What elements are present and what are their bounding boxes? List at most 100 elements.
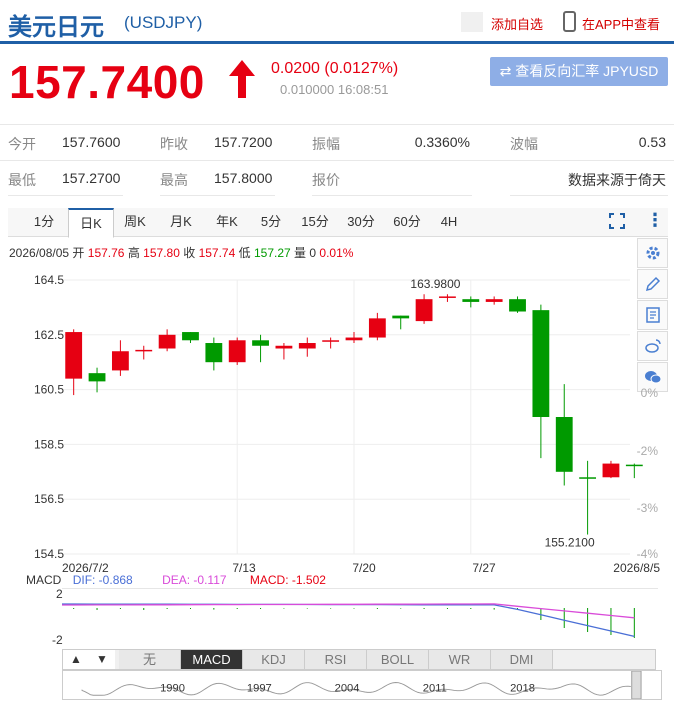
pct-tick-label: -4% — [637, 547, 659, 561]
candle-body — [322, 340, 340, 342]
prev-close-value: 157.7200 — [214, 134, 273, 150]
low-label: 最低 — [8, 172, 36, 188]
open-label: 今开 — [8, 136, 36, 152]
candle-body — [158, 334, 176, 349]
ohlc-pct: 0.01% — [319, 246, 354, 260]
pct-tick-label: 0% — [641, 386, 659, 400]
ohlc-low-label: 低 — [238, 246, 251, 260]
tab-daily[interactable]: 日K — [68, 208, 114, 238]
tab-monthly[interactable]: 月K — [162, 208, 200, 236]
candle-body — [415, 299, 433, 322]
candle-body — [602, 463, 620, 478]
y-tick-label: 156.5 — [34, 492, 64, 506]
indicator-kdj[interactable]: KDJ — [243, 650, 305, 669]
high-value: 157.8000 — [214, 170, 273, 186]
indicator-macd[interactable]: MACD — [181, 650, 243, 669]
candle-body — [485, 299, 503, 302]
candle-body — [252, 340, 269, 346]
tab-yearly[interactable]: 年K — [208, 208, 246, 236]
more-options-icon[interactable]: ⋮ — [646, 210, 664, 231]
high-label: 最高 — [160, 172, 188, 188]
indicator-tabs: ▲ ▼ 无 MACD KDJ RSI BOLL WR DMI — [62, 649, 656, 670]
wave-label: 波幅 — [510, 136, 538, 152]
tab-1min[interactable]: 1分 — [24, 208, 64, 236]
x-tick-label: 7/20 — [352, 561, 376, 575]
fullscreen-icon[interactable] — [609, 213, 625, 229]
macd-axis-bottom: -2 — [52, 633, 63, 647]
ohlc-date: 2026/08/05 — [9, 246, 70, 260]
y-tick-label: 154.5 — [34, 547, 64, 561]
tab-5min[interactable]: 5分 — [254, 208, 288, 236]
wave-value: 0.53 — [638, 134, 666, 150]
y-tick-label: 162.5 — [34, 328, 64, 342]
tab-30min[interactable]: 30分 — [342, 208, 380, 236]
current-price: 157.7400 — [9, 56, 205, 108]
candle-body — [275, 345, 293, 349]
candle-body — [182, 332, 199, 341]
candle-body — [345, 337, 363, 341]
candle-body — [111, 351, 129, 371]
instrument-name: 美元日元 — [8, 14, 104, 41]
candle-body — [298, 343, 316, 349]
gear-icon — [646, 246, 659, 260]
tab-15min[interactable]: 15分 — [296, 208, 334, 236]
settings-button[interactable] — [637, 238, 668, 268]
open-in-app-link[interactable]: 在APP中查看 — [582, 14, 660, 33]
candle-body — [625, 464, 643, 467]
macd-legend: MACD DIF: -0.868 DEA: -0.117 MACD: -1.50… — [26, 573, 334, 587]
open-value: 157.7600 — [62, 134, 121, 150]
min-price-label: 155.2100 — [545, 536, 595, 550]
overview-handle — [631, 671, 642, 699]
prev-close-label: 昨收 — [160, 136, 188, 152]
macd-dif: DIF: -0.868 — [72, 573, 133, 587]
overview-year-label: 2018 — [510, 683, 535, 695]
candle-body — [439, 296, 456, 298]
add-favorite-icon[interactable] — [461, 12, 483, 32]
candle-body — [532, 310, 550, 417]
ohlc-open: 157.76 — [87, 246, 125, 260]
indicator-boll[interactable]: BOLL — [367, 650, 429, 669]
tab-weekly[interactable]: 周K — [116, 208, 154, 236]
y-tick-label: 164.5 — [34, 273, 64, 287]
phone-icon[interactable] — [563, 11, 576, 32]
candlestick-chart[interactable]: 164.5 162.5 160.5 158.5 156.5 154.5 0% -2% -3% -4… — [0, 268, 674, 578]
period-tabs: 1分 日K 周K 月K 年K 5分 15分 30分 60分 4H — [8, 208, 668, 238]
low-value: 157.2700 — [62, 170, 121, 186]
y-tick-label: 158.5 — [34, 437, 64, 451]
amplitude-value: 0.3360% — [414, 134, 470, 150]
info-row: 今开 157.7600 昨收 157.7200 振幅 0.3360% 波幅 0.… — [0, 124, 674, 160]
x-tick-label: 7/27 — [472, 561, 496, 575]
macd-value: MACD: -1.502 — [249, 573, 326, 587]
tab-4h[interactable]: 4H — [434, 208, 464, 236]
candle-body — [509, 299, 526, 312]
scroll-down-button[interactable]: ▼ — [89, 650, 115, 669]
ohlc-high: 157.80 — [143, 246, 180, 260]
candle-body — [368, 318, 386, 338]
up-arrow-icon — [229, 60, 255, 98]
scroll-up-button[interactable]: ▲ — [63, 650, 89, 669]
overview-year-label: 1997 — [247, 683, 272, 695]
ohlc-vol-label: 量 — [294, 246, 307, 260]
candle-body — [462, 299, 480, 302]
add-favorite-button[interactable]: 添加自选 — [491, 14, 543, 33]
pct-tick-label: -3% — [637, 501, 659, 515]
indicator-wr[interactable]: WR — [429, 650, 491, 669]
instrument-code: (USDJPY) — [124, 13, 203, 32]
bid-label: 报价 — [312, 172, 340, 188]
indicator-dmi[interactable]: DMI — [491, 650, 553, 669]
history-overview-slider[interactable]: 1990 1997 2004 2011 2018 — [62, 670, 662, 700]
ohlc-close: 157.74 — [198, 246, 236, 260]
macd-label: MACD — [26, 573, 62, 587]
tab-60min[interactable]: 60分 — [388, 208, 426, 236]
candle-body — [65, 332, 83, 379]
price-sub-info: 0.010000 16:08:51 — [280, 82, 389, 97]
candle-body — [228, 340, 246, 363]
price-change: 0.0200 (0.0127%) — [271, 60, 399, 77]
indicator-rsi[interactable]: RSI — [305, 650, 367, 669]
quote-header: 美元日元 (USDJPY) 添加自选 在APP中查看 — [0, 0, 674, 44]
candle-body — [205, 343, 223, 363]
indicator-none[interactable]: 无 — [119, 650, 181, 669]
y-tick-label: 160.5 — [34, 383, 64, 397]
reverse-rate-button[interactable]: ⇄ 查看反向汇率 JPYUSD — [490, 57, 668, 86]
info-row: 最低 157.2700 最高 157.8000 报价 数据来源于倚天 — [0, 160, 674, 196]
